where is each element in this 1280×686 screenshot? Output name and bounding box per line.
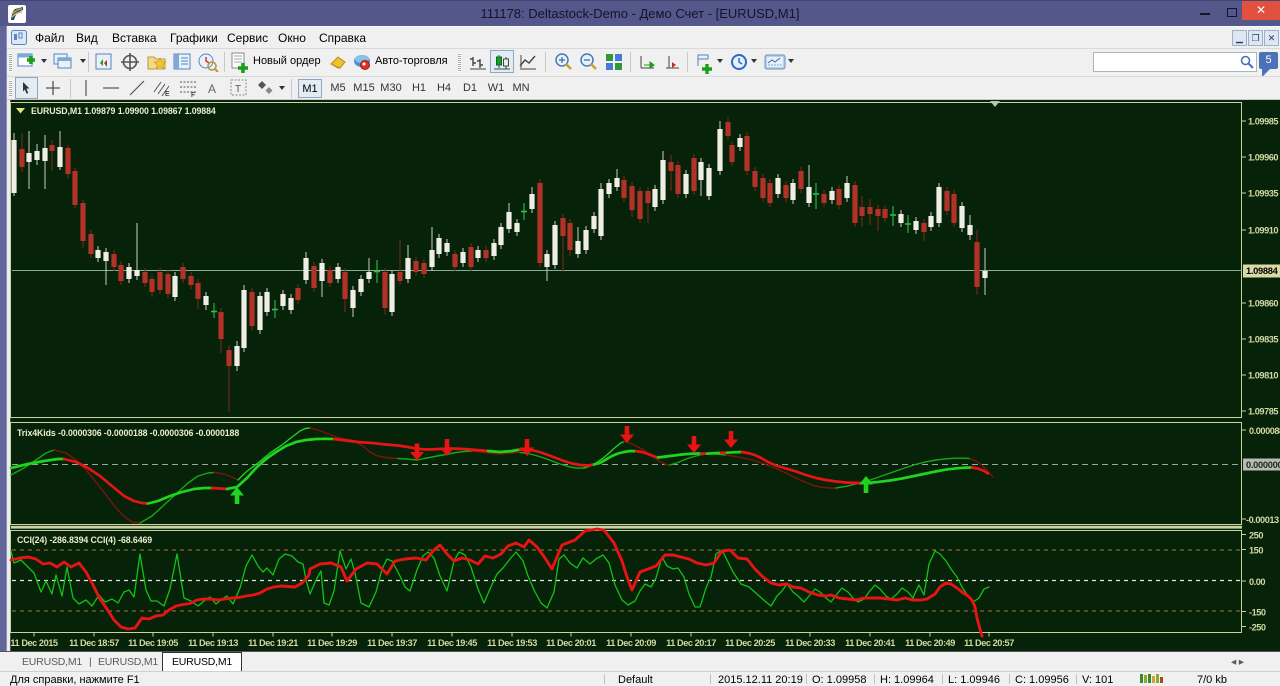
svg-text:Trix4Kids -0.0000306 -0.000018: Trix4Kids -0.0000306 -0.0000188 -0.00003… [17,428,239,438]
svg-text:11 Dec 19:37: 11 Dec 19:37 [367,638,417,648]
svg-text:-0.00013: -0.00013 [1246,515,1279,525]
svg-text:11 Dec 19:53: 11 Dec 19:53 [487,638,537,648]
svg-text:11 Dec 20:09: 11 Dec 20:09 [606,638,656,648]
svg-text:0.000088: 0.000088 [1249,426,1280,436]
svg-text:T: T [235,84,241,95]
svg-text:11 Dec 20:33: 11 Dec 20:33 [785,638,835,648]
svg-text:1.09884: 1.09884 [1246,266,1279,276]
svg-text:11 Dec 20:49: 11 Dec 20:49 [905,638,955,648]
svg-text:11 Dec 19:21: 11 Dec 19:21 [248,638,298,648]
svg-text:150: 150 [1249,546,1263,556]
svg-text:11 Dec 19:05: 11 Dec 19:05 [128,638,178,648]
svg-text:1.09910: 1.09910 [1248,226,1278,236]
svg-text:1.09810: 1.09810 [1248,371,1278,381]
svg-text:11 Dec 19:13: 11 Dec 19:13 [188,638,238,648]
svg-text:E: E [165,91,170,98]
svg-text:1.09935: 1.09935 [1248,189,1278,199]
svg-text:CCI(24) -286.8394 CCI(4) -68.: CCI(24) -286.8394 CCI(4) -68.6469 [17,535,152,545]
svg-text:11 Dec 20:17: 11 Dec 20:17 [666,638,716,648]
svg-text:11 Dec 20:25: 11 Dec 20:25 [725,638,775,648]
svg-text:11 Dec 19:29: 11 Dec 19:29 [307,638,357,648]
svg-text:11 Dec 18:57: 11 Dec 18:57 [69,638,119,648]
svg-text:0.00: 0.00 [1249,577,1265,587]
svg-text:1.09960: 1.09960 [1248,153,1278,163]
svg-text:1.09835: 1.09835 [1248,335,1278,345]
svg-text:11 Dec 20:01: 11 Dec 20:01 [546,638,596,648]
svg-text:11 Dec 2015: 11 Dec 2015 [10,638,58,648]
svg-text:11 Dec 20:41: 11 Dec 20:41 [845,638,895,648]
svg-text:11 Dec 19:45: 11 Dec 19:45 [427,638,477,648]
svg-text:1.09860: 1.09860 [1248,299,1278,309]
svg-text:0.000000: 0.000000 [1246,460,1280,470]
svg-text:EURUSD,M1 1.09879 1.09900 1.0: EURUSD,M1 1.09879 1.09900 1.09867 1.0988… [31,106,216,116]
svg-text:-150: -150 [1249,608,1266,618]
svg-text:1.09785: 1.09785 [1248,407,1278,417]
svg-text:-250: -250 [1249,623,1266,633]
svg-text:11 Dec 20:57: 11 Dec 20:57 [964,638,1014,648]
svg-text:250: 250 [1249,531,1263,541]
svg-text:1.09985: 1.09985 [1248,117,1278,127]
svg-text:F: F [191,92,195,98]
